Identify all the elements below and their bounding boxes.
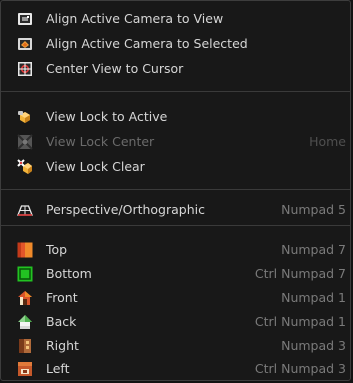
camera-selected-icon	[17, 36, 33, 52]
menu-item-label: View Lock Clear	[46, 159, 145, 174]
view-left-icon	[17, 361, 33, 377]
menu-item-label: Back	[46, 314, 77, 329]
menu-item-label: View Lock Center	[46, 134, 155, 149]
menu-item-shortcut: Ctrl Numpad 1	[254, 314, 346, 329]
view-front-icon	[17, 290, 33, 306]
menu-separator	[1, 225, 350, 226]
menu-item-center-view-to-cursor[interactable]: Center View to Cursor	[1, 57, 350, 81]
menu-item-shortcut: Numpad 7	[281, 242, 346, 257]
menu-item-view-front[interactable]: Front Numpad 1	[1, 286, 350, 310]
menu-item-label: Align Active Camera to Selected	[46, 36, 248, 51]
menu-item-label: Front	[46, 290, 78, 305]
menu-item-view-lock-clear[interactable]: View Lock Clear	[1, 155, 350, 179]
menu-item-view-bottom[interactable]: Bottom Ctrl Numpad 7	[1, 262, 350, 286]
menu-item-label: Align Active Camera to View	[46, 11, 224, 26]
lock-active-icon	[17, 109, 33, 125]
menu-separator	[1, 91, 350, 92]
menu-item-view-lock-to-active[interactable]: View Lock to Active	[1, 105, 350, 129]
menu-item-shortcut: Home	[309, 134, 346, 149]
menu-item-view-lock-center[interactable]: View Lock Center Home	[1, 130, 350, 154]
menu-item-label: Bottom	[46, 266, 92, 281]
lock-clear-icon	[17, 159, 33, 175]
menu-item-label: Left	[46, 361, 70, 376]
view-top-icon	[17, 242, 33, 258]
menu-item-shortcut: Numpad 3	[281, 338, 346, 353]
view-bottom-icon	[17, 266, 33, 282]
view-right-icon	[17, 338, 33, 354]
perspective-icon	[17, 202, 33, 218]
menu-item-label: View Lock to Active	[46, 109, 168, 124]
menu-item-label: Top	[46, 242, 68, 257]
menu-item-align-camera-to-view[interactable]: Align Active Camera to View	[1, 7, 350, 31]
view-align-menu: Align Active Camera to View Align Active…	[0, 0, 351, 381]
menu-item-view-right[interactable]: Right Numpad 3	[1, 334, 350, 358]
menu-item-perspective-orthographic[interactable]: Perspective/Orthographic Numpad 5	[1, 198, 350, 222]
menu-item-shortcut: Numpad 5	[281, 202, 346, 217]
menu-item-view-back[interactable]: Back Ctrl Numpad 1	[1, 310, 350, 334]
menu-item-shortcut: Numpad 1	[281, 290, 346, 305]
menu-item-view-left[interactable]: Left Ctrl Numpad 3	[1, 357, 350, 380]
view-back-icon	[17, 314, 33, 330]
camera-view-icon	[17, 11, 33, 27]
menu-item-label: Center View to Cursor	[46, 61, 184, 76]
cursor-center-icon	[17, 61, 33, 77]
menu-item-shortcut: Ctrl Numpad 7	[254, 266, 346, 281]
menu-item-align-camera-to-selected[interactable]: Align Active Camera to Selected	[1, 32, 350, 56]
menu-item-label: Perspective/Orthographic	[46, 202, 205, 217]
menu-separator	[1, 189, 350, 190]
menu-item-view-top[interactable]: Top Numpad 7	[1, 238, 350, 262]
menu-item-shortcut: Ctrl Numpad 3	[254, 361, 346, 376]
lock-center-icon	[17, 134, 33, 150]
menu-item-label: Right	[46, 338, 79, 353]
